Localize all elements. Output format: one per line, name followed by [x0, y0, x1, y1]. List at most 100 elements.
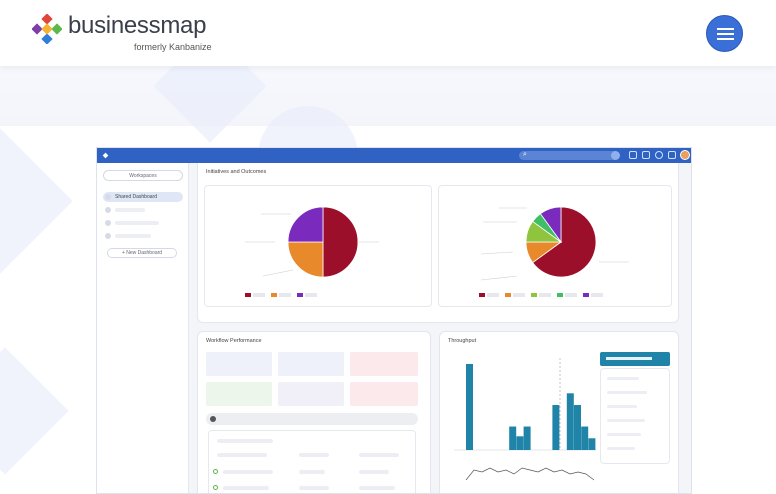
- legend-swatch: [583, 293, 589, 297]
- legend-label: [513, 293, 525, 297]
- initiatives-title: Initiatives and Outcomes: [206, 169, 267, 175]
- legend-swatch: [271, 293, 277, 297]
- legend-swatch: [557, 293, 563, 297]
- placeholder-text: [359, 470, 389, 474]
- legend-label: [487, 293, 499, 297]
- site-header: businessmap formerly Kanbanize: [0, 0, 776, 66]
- legend-label: [305, 293, 317, 297]
- pie-card-1: [204, 185, 432, 307]
- background-shape: [153, 66, 267, 143]
- app-logo-icon: [102, 152, 109, 159]
- placeholder-text: [299, 453, 329, 457]
- metric-tile[interactable]: [278, 382, 344, 406]
- avatar[interactable]: [680, 150, 690, 160]
- dashboard-icon: [105, 207, 111, 213]
- grid-icon[interactable]: [629, 151, 637, 159]
- workflow-performance-panel: Workflow Performance: [197, 331, 431, 493]
- throughput-bar[interactable]: [588, 438, 596, 450]
- metric-tile[interactable]: [350, 352, 418, 376]
- throughput-bar[interactable]: [523, 426, 531, 450]
- metric-tile[interactable]: [350, 382, 418, 406]
- pie-slice[interactable]: [322, 206, 359, 278]
- legend-label: [253, 293, 265, 297]
- app-sidebar: Workspaces Shared Dashboard + New Dashbo…: [97, 163, 189, 493]
- placeholder-text: [607, 433, 641, 436]
- placeholder-text: [217, 453, 267, 457]
- app-toolbar: ⌕: [97, 148, 691, 163]
- legend-swatch: [245, 293, 251, 297]
- app-screenshot: ⌕ Workspaces Shared Dashboard + New Dash…: [96, 147, 692, 494]
- search-icon: ⌕: [523, 151, 527, 158]
- board-icon[interactable]: [642, 151, 650, 159]
- placeholder-text: [607, 447, 635, 450]
- sidebar-item-shared-dashboard[interactable]: Shared Dashboard: [103, 192, 183, 202]
- throughput-bar[interactable]: [566, 393, 574, 450]
- placeholder-text: [217, 439, 273, 443]
- initiatives-panel: Initiatives and Outcomes: [197, 163, 679, 323]
- legend-label: [565, 293, 577, 297]
- workflow-table: [208, 430, 416, 493]
- throughput-selector[interactable]: [600, 352, 670, 366]
- placeholder-text: [607, 391, 647, 394]
- placeholder-text: [299, 486, 329, 490]
- legend-label: [539, 293, 551, 297]
- status-icon: [213, 469, 218, 474]
- placeholder-text: [115, 208, 145, 212]
- throughput-bar[interactable]: [466, 363, 473, 450]
- pie-chart-2[interactable]: [443, 190, 669, 304]
- hamburger-icon: [717, 28, 734, 30]
- filter-bar[interactable]: [206, 413, 418, 425]
- background-shape: [0, 347, 69, 475]
- new-dashboard-button[interactable]: + New Dashboard: [107, 248, 177, 258]
- legend-swatch: [505, 293, 511, 297]
- throughput-chart[interactable]: [450, 354, 600, 484]
- legend-label: [279, 293, 291, 297]
- help-icon[interactable]: [655, 151, 663, 159]
- menu-button[interactable]: [706, 15, 743, 52]
- pie-chart-1[interactable]: [209, 190, 429, 304]
- throughput-bar[interactable]: [581, 426, 589, 450]
- legend-swatch: [479, 293, 485, 297]
- leader-line: [480, 251, 514, 255]
- workflow-performance-title: Workflow Performance: [206, 338, 262, 344]
- metric-tile[interactable]: [278, 352, 344, 376]
- sidebar-item[interactable]: [103, 205, 183, 215]
- placeholder-text: [607, 405, 637, 408]
- metric-tile[interactable]: [206, 352, 272, 376]
- legend-swatch: [531, 293, 537, 297]
- pie-slice[interactable]: [287, 241, 324, 278]
- throughput-bar[interactable]: [552, 405, 560, 450]
- businessmap-logo-icon[interactable]: [32, 14, 62, 44]
- workspaces-button[interactable]: Workspaces: [103, 170, 183, 181]
- search-input[interactable]: [519, 151, 619, 160]
- placeholder-text: [223, 470, 273, 474]
- status-icon: [213, 485, 218, 490]
- dashboard-icon: [105, 194, 111, 200]
- sidebar-item[interactable]: [103, 231, 183, 241]
- status-icon: [611, 151, 620, 160]
- throughput-bar[interactable]: [574, 405, 581, 450]
- throughput-bar[interactable]: [516, 436, 524, 450]
- throughput-panel: Throughput: [439, 331, 679, 493]
- bell-icon[interactable]: [668, 151, 676, 159]
- placeholder-text: [223, 486, 269, 490]
- throughput-bar[interactable]: [509, 426, 517, 450]
- sidebar-item[interactable]: [103, 218, 183, 228]
- legend-label: [591, 293, 603, 297]
- pie-slice[interactable]: [287, 206, 324, 243]
- brand-name[interactable]: businessmap: [68, 12, 206, 40]
- pie-card-2: [438, 185, 672, 307]
- placeholder-text: [299, 470, 325, 474]
- placeholder-text: [115, 234, 151, 238]
- throughput-list: [600, 368, 670, 464]
- metric-tile[interactable]: [206, 382, 272, 406]
- placeholder-text: [359, 453, 399, 457]
- background-shape: [0, 123, 73, 279]
- placeholder-text: [606, 357, 652, 360]
- leader-line: [480, 275, 518, 281]
- brand-tagline: formerly Kanbanize: [134, 42, 212, 52]
- throughput-title: Throughput: [448, 338, 477, 344]
- placeholder-text: [359, 486, 395, 490]
- leader-line: [262, 269, 294, 277]
- sidebar-item-label: Shared Dashboard: [115, 194, 157, 200]
